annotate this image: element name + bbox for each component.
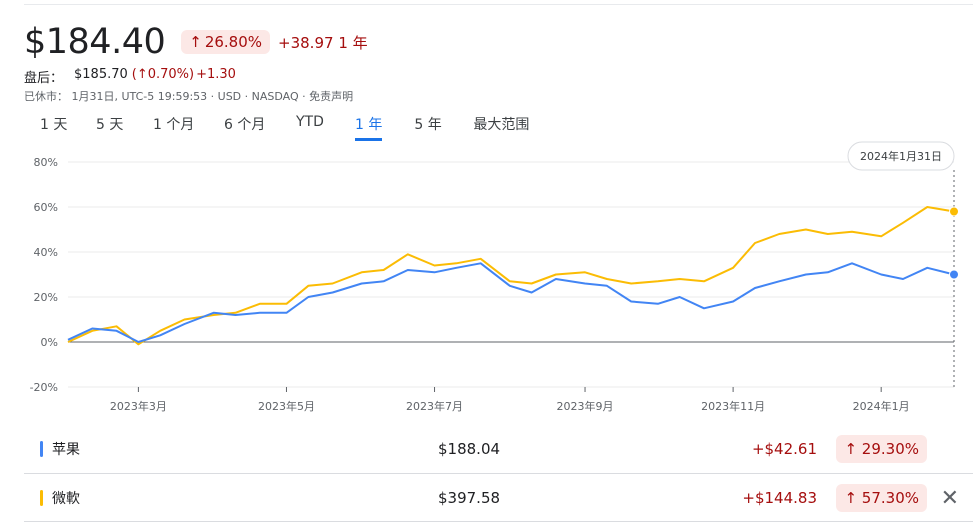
after-hours-change: +1.30 <box>196 67 236 82</box>
after-hours-price: $185.70 <box>74 67 128 82</box>
top-divider <box>24 4 973 5</box>
after-hours-label: 盘后： <box>24 71 64 86</box>
tab-ytd[interactable]: YTD <box>296 114 355 141</box>
current-price: $184.40 <box>24 22 166 62</box>
tab-1m[interactable]: 1 个月 <box>153 114 224 141</box>
arrow-up-icon: ↑ <box>844 489 858 507</box>
market-status-text: 已休市： 1月31日, UTC-5 19:59:53 · USD · NASDA… <box>24 90 354 103</box>
y-tick-label: 80% <box>34 156 58 169</box>
series-name: 苹果 <box>52 442 80 458</box>
after-hours-percent: (↑0.70%) <box>131 67 195 82</box>
series-change-badge: ↑ 57.30% <box>836 484 927 512</box>
tab-max[interactable]: 最大范围 <box>473 114 529 141</box>
y-tick-label: 20% <box>34 291 58 304</box>
tab-5y[interactable]: 5 年 <box>414 114 473 141</box>
change-percent: 26.80% <box>204 33 263 51</box>
x-tick-label: 2024年1月 <box>853 399 910 413</box>
y-tick-label: 40% <box>34 246 58 259</box>
x-tick-label: 2023年5月 <box>258 399 315 413</box>
y-tick-label: -20% <box>30 381 58 394</box>
comparison-chart[interactable]: 80% 60% 40% 20% 0% -20% 2023年3月 2023年5月 2023年7月… <box>0 140 973 420</box>
range-tabs: 1 天 5 天 1 个月 6 个月 YTD 1 年 5 年 最大范围 <box>40 114 529 141</box>
after-hours-row: 盘后： $185.70 (↑0.70%) +1.30 <box>24 67 236 86</box>
tab-1d[interactable]: 1 天 <box>40 114 96 141</box>
arrow-up-icon: ↑ <box>189 33 202 51</box>
series-change: +$42.61 <box>751 440 817 458</box>
market-status: 已休市： 1月31日, UTC-5 19:59:53 · USD · NASDA… <box>24 88 353 104</box>
x-tick-label: 2023年9月 <box>557 399 614 413</box>
change-period: 1 年 <box>338 33 368 52</box>
series-line-microsoft <box>67 206 955 346</box>
quote-header: $184.40 ↑ 26.80% +38.97 1 年 <box>24 20 368 64</box>
series-change-percent: 57.30% <box>861 489 919 507</box>
y-tick-label: 60% <box>34 201 58 214</box>
series-change: +$144.83 <box>742 489 817 507</box>
tab-1y[interactable]: 1 年 <box>355 114 383 141</box>
series-name: 微軟 <box>52 491 80 507</box>
series-color-marker <box>40 441 43 457</box>
series-change-percent: 29.30% <box>861 440 919 458</box>
date-tooltip: 2024年1月31日 <box>847 141 955 171</box>
change-absolute-value: +38.97 <box>278 33 334 52</box>
series-price: $188.04 <box>438 440 501 458</box>
legend-row-microsoft[interactable]: 微軟 $397.58 +$144.83 ↑ 57.30% ✕ <box>24 474 973 522</box>
endpoint-marker-microsoft <box>949 206 959 217</box>
legend-divider <box>24 521 973 522</box>
legend-row-apple[interactable]: 苹果 $188.04 +$42.61 ↑ 29.30% <box>24 425 973 473</box>
tab-5d[interactable]: 5 天 <box>96 114 153 141</box>
change-badge: ↑ 26.80% <box>181 30 271 54</box>
series-color-marker <box>40 490 43 506</box>
series-line-apple <box>67 262 955 343</box>
tab-6m[interactable]: 6 个月 <box>224 114 296 141</box>
x-tick-label: 2023年3月 <box>110 399 167 413</box>
tooltip-date: 2024年1月31日 <box>860 149 942 163</box>
arrow-up-icon: ↑ <box>844 440 858 458</box>
x-tick-label: 2023年7月 <box>406 399 463 413</box>
series-price: $397.58 <box>438 489 501 507</box>
y-tick-label: 0% <box>41 336 58 349</box>
x-tick-label: 2023年11月 <box>701 399 765 413</box>
series-change-badge: ↑ 29.30% <box>836 435 927 463</box>
change-absolute: +38.97 1 年 <box>278 32 368 53</box>
endpoint-marker-apple <box>949 269 959 280</box>
remove-series-close-icon[interactable]: ✕ <box>941 486 959 511</box>
